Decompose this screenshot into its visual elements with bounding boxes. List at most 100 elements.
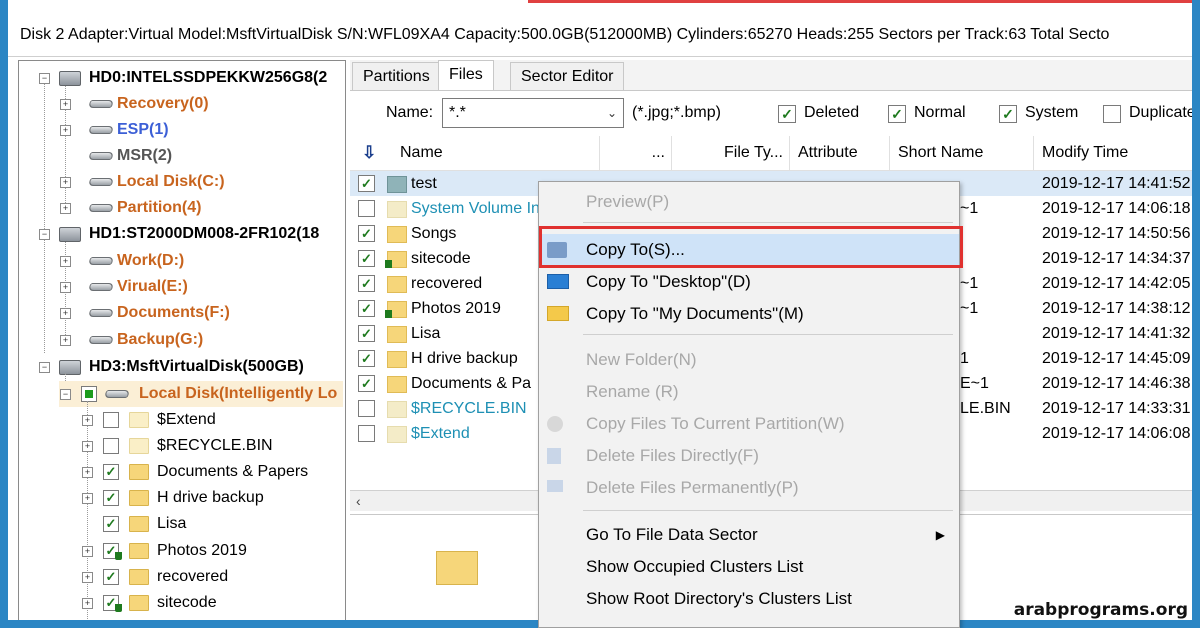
- collapse-icon[interactable]: −: [39, 73, 50, 84]
- tree-partition[interactable]: + Documents(F:): [19, 300, 343, 326]
- checkbox-checked[interactable]: ✓: [103, 569, 119, 585]
- deleted-label: Deleted: [804, 104, 860, 121]
- tree-folder[interactable]: + ✓ Documents & Papers: [19, 459, 343, 485]
- menu-item-new-folder[interactable]: New Folder(N): [539, 344, 959, 376]
- expand-icon[interactable]: +: [82, 598, 93, 609]
- row-checkbox[interactable]: [358, 200, 375, 217]
- tree-folder[interactable]: + $Extend: [19, 407, 343, 433]
- expand-icon[interactable]: +: [82, 572, 93, 583]
- tab-sector-editor[interactable]: Sector Editor: [510, 62, 625, 90]
- tree-disk-hd1[interactable]: − HD1:ST2000DM008-2FR102(18: [19, 221, 343, 247]
- row-checkbox[interactable]: ✓: [358, 275, 375, 292]
- expand-icon[interactable]: +: [82, 493, 93, 504]
- expand-icon[interactable]: +: [60, 125, 71, 136]
- expand-icon[interactable]: +: [82, 441, 93, 452]
- menu-item-copy-desktop[interactable]: Copy To "Desktop"(D): [539, 266, 959, 298]
- row-checkbox[interactable]: ✓: [358, 250, 375, 267]
- menu-item-goto-sector[interactable]: Go To File Data Sector ▶: [539, 519, 959, 551]
- name-filter-combo[interactable]: *.* ⌄: [442, 98, 624, 128]
- partition-label: ESP(1): [117, 121, 169, 138]
- tab-partitions[interactable]: Partitions: [352, 62, 441, 90]
- expand-icon[interactable]: +: [82, 546, 93, 557]
- system-checkbox[interactable]: ✓: [999, 105, 1017, 123]
- collapse-icon[interactable]: −: [39, 229, 50, 240]
- tree-partition-selected[interactable]: − Local Disk(Intelligently Lo: [59, 381, 343, 407]
- expand-icon[interactable]: +: [82, 415, 93, 426]
- menu-item-delete-permanently[interactable]: Delete Files Permanently(P): [539, 472, 959, 504]
- menu-item-rename[interactable]: Rename (R): [539, 376, 959, 408]
- normal-checkbox[interactable]: ✓: [888, 105, 906, 123]
- folder-icon: [387, 426, 407, 443]
- partition-icon: [87, 283, 115, 291]
- tree-folder[interactable]: ✓ Lisa: [19, 511, 343, 537]
- disk-tree[interactable]: − HD0:INTELSSDPEKKW256G8(2 + Recovery(0)…: [18, 60, 346, 620]
- expand-icon[interactable]: +: [60, 282, 71, 293]
- row-checkbox[interactable]: [358, 425, 375, 442]
- deleted-checkbox[interactable]: ✓: [778, 105, 796, 123]
- folder-label: $Extend: [157, 411, 216, 428]
- collapse-icon[interactable]: −: [39, 362, 50, 373]
- partial-checkbox[interactable]: [81, 386, 97, 402]
- collapse-icon[interactable]: −: [60, 389, 71, 400]
- checkbox-checked[interactable]: ✓: [103, 516, 119, 532]
- tree-disk-hd0[interactable]: − HD0:INTELSSDPEKKW256G8(2: [19, 65, 343, 91]
- tree-partition[interactable]: + Virual(E:): [19, 274, 343, 300]
- expand-icon[interactable]: +: [60, 308, 71, 319]
- tree-partition[interactable]: + Recovery(0): [19, 91, 343, 117]
- column-file-type[interactable]: File Ty...: [672, 136, 790, 170]
- sort-down-icon[interactable]: ⇩: [362, 136, 376, 170]
- expand-icon[interactable]: +: [82, 467, 93, 478]
- column-size[interactable]: ...: [600, 136, 672, 170]
- menu-label: Preview(P): [586, 192, 670, 211]
- row-checkbox[interactable]: ✓: [358, 225, 375, 242]
- tree-partition[interactable]: MSR(2): [19, 143, 343, 169]
- menu-item-preview[interactable]: Preview(P): [539, 186, 959, 218]
- expand-icon[interactable]: +: [60, 203, 71, 214]
- row-checkbox[interactable]: ✓: [358, 300, 375, 317]
- expand-icon[interactable]: +: [60, 335, 71, 346]
- menu-item-root-clusters[interactable]: Show Root Directory's Clusters List: [539, 583, 959, 615]
- row-checkbox[interactable]: ✓: [358, 325, 375, 342]
- checkbox-checked[interactable]: ✓: [103, 490, 119, 506]
- menu-item-delete-directly[interactable]: Delete Files Directly(F): [539, 440, 959, 472]
- row-checkbox[interactable]: ✓: [358, 350, 375, 367]
- tree-folder[interactable]: + ✓ sitecode: [19, 590, 343, 616]
- checkbox[interactable]: [103, 412, 119, 428]
- tree-partition[interactable]: + ESP(1): [19, 117, 343, 143]
- tree-folder[interactable]: + ✓ recovered: [19, 564, 343, 590]
- tree-folder[interactable]: + $RECYCLE.BIN: [19, 433, 343, 459]
- tree-disk-hd3[interactable]: − HD3:MsftVirtualDisk(500GB): [19, 354, 343, 380]
- row-checkbox[interactable]: [358, 400, 375, 417]
- duplicate-checkbox[interactable]: [1103, 105, 1121, 123]
- folder-preview-icon: [436, 551, 478, 585]
- row-checkbox[interactable]: ✓: [358, 375, 375, 392]
- expand-icon[interactable]: +: [60, 99, 71, 110]
- tree-partition[interactable]: + Partition(4): [19, 195, 343, 221]
- column-short-name[interactable]: Short Name: [890, 136, 1034, 170]
- column-name[interactable]: Name: [392, 136, 600, 170]
- checkbox-checked[interactable]: ✓: [103, 464, 119, 480]
- tree-partition[interactable]: + Backup(G:): [19, 327, 343, 353]
- modify-time: 2019-12-17 14:42:05: [1042, 275, 1191, 292]
- menu-item-copy-current[interactable]: Copy Files To Current Partition(W): [539, 408, 959, 440]
- tab-files[interactable]: Files: [438, 60, 494, 90]
- tree-partition[interactable]: + Work(D:): [19, 248, 343, 274]
- checkbox[interactable]: [103, 438, 119, 454]
- column-attribute[interactable]: Attribute: [790, 136, 890, 170]
- partition-label: Work(D:): [117, 252, 185, 269]
- modify-time: 2019-12-17 14:50:56: [1042, 225, 1191, 242]
- expand-icon[interactable]: +: [60, 256, 71, 267]
- tree-folder[interactable]: + ✓ Photos 2019: [19, 538, 343, 564]
- disk-icon: [59, 71, 81, 86]
- row-checkbox[interactable]: ✓: [358, 175, 375, 192]
- scroll-left-icon[interactable]: ‹: [356, 491, 361, 511]
- menu-item-occupied-clusters[interactable]: Show Occupied Clusters List: [539, 551, 959, 583]
- disk-label: HD1:ST2000DM008-2FR102(18: [89, 225, 320, 242]
- column-header: ⇩ Name ... File Ty... Attribute Short Na…: [350, 136, 1192, 171]
- tree-partition[interactable]: + Local Disk(C:): [19, 169, 343, 195]
- chevron-down-icon[interactable]: ⌄: [607, 99, 617, 127]
- column-modify-time[interactable]: Modify Time: [1034, 136, 1192, 170]
- tree-folder[interactable]: + ✓ H drive backup: [19, 485, 343, 511]
- expand-icon[interactable]: +: [60, 177, 71, 188]
- menu-item-copy-mydocs[interactable]: Copy To "My Documents"(M): [539, 298, 959, 330]
